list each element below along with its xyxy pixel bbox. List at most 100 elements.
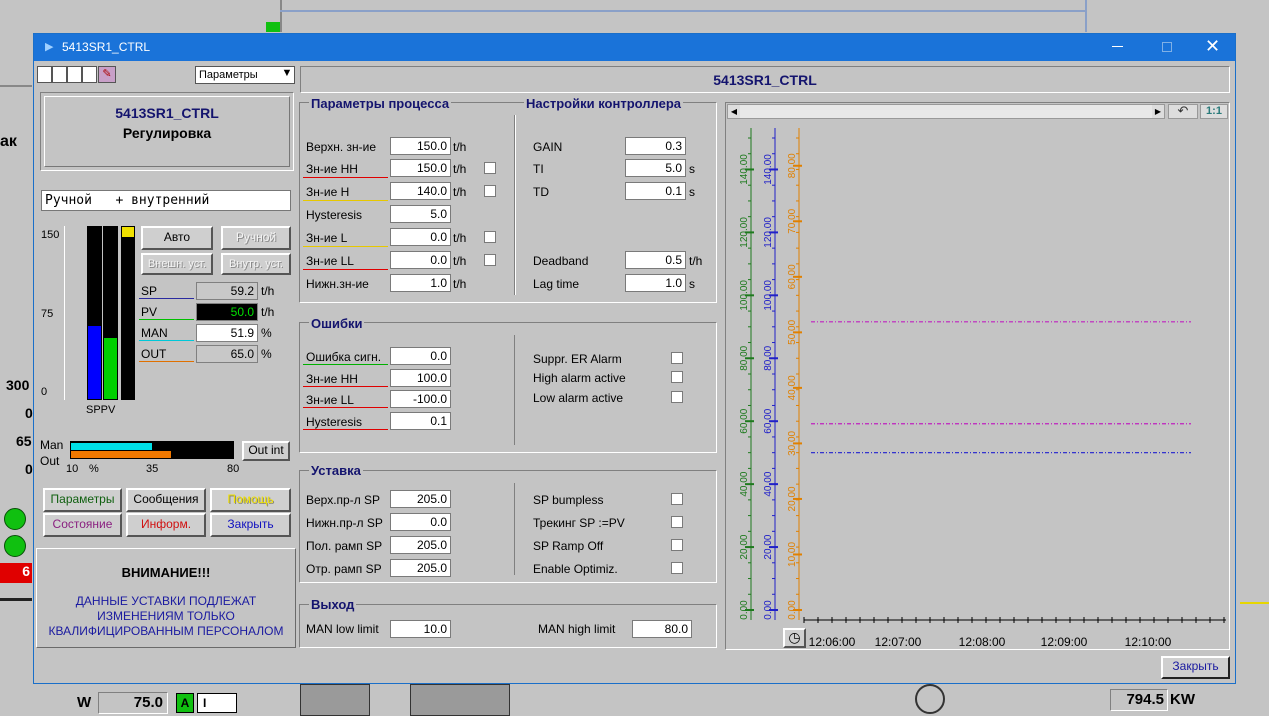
man-high-field[interactable]: 80.0 (632, 620, 692, 638)
value-unit-3: % (261, 347, 272, 361)
process-field-6[interactable]: 1.0 (390, 274, 451, 292)
process-field-5[interactable]: 0.0 (390, 251, 451, 269)
out-int-button[interactable]: Out int (242, 441, 290, 461)
sp-field-0[interactable]: 205.0 (390, 490, 451, 508)
process-field-0[interactable]: 150.0 (390, 137, 451, 155)
trend-clock-button[interactable]: ◷ (783, 628, 806, 648)
controller-header: Настройки контроллера (524, 96, 683, 111)
minimize-icon[interactable] (1112, 46, 1123, 47)
undo-zoom-icon[interactable]: ↶ (1168, 104, 1198, 119)
out-bar-track (121, 226, 135, 400)
main-title: 5413SR1_CTRL (713, 72, 817, 88)
zoom-reset-button[interactable]: 1:1 (1200, 104, 1228, 119)
controller-field-1[interactable]: 5.0 (625, 159, 686, 177)
errors-group (299, 322, 717, 453)
faceplate-header: 5413SR1_CTRL Регулировка (40, 92, 294, 171)
process-field-2[interactable]: 140.0 (390, 182, 451, 200)
sp-flag-checkbox-3[interactable] (671, 562, 683, 574)
controller-label-3: Deadband (533, 254, 589, 268)
app-icon: ▶ (45, 41, 54, 53)
value-unit-2: % (261, 326, 272, 340)
scroll-right-icon[interactable]: ▶ (1152, 105, 1164, 118)
internal-sp-button[interactable]: Внутр. уст. (221, 253, 291, 275)
process-checkbox-2[interactable] (484, 185, 496, 197)
scale-bottom: 0 (41, 386, 48, 398)
bars-label: SPPV (86, 404, 116, 416)
background-pipe (280, 10, 1085, 12)
title-bar[interactable]: ▶ 5413SR1_CTRL ✕ (34, 34, 1235, 61)
sp-field-2[interactable]: 205.0 (390, 536, 451, 554)
value-unit-0: t/h (261, 284, 275, 298)
info-button[interactable]: Информ. (126, 513, 206, 537)
warning-title: ВНИМАНИЕ!!! (121, 565, 211, 580)
errors-group-divider (514, 335, 515, 445)
close-button[interactable]: Закрыть (1161, 656, 1230, 679)
messages-button[interactable]: Сообщения (126, 488, 206, 512)
scale-mid: 75 (41, 308, 54, 320)
error-flag-checkbox-1[interactable] (671, 371, 683, 383)
error-flag-checkbox-0[interactable] (671, 352, 683, 364)
background-pipe (0, 85, 32, 87)
controller-field-3[interactable]: 0.5 (625, 251, 686, 269)
sp-flag-checkbox-1[interactable] (671, 516, 683, 528)
auto-button[interactable]: Авто (141, 226, 213, 250)
process-checkbox-5[interactable] (484, 254, 496, 266)
sp-label-2: Пол. рамп SP (306, 539, 383, 553)
background-pipe (1085, 0, 1087, 32)
process-field-4[interactable]: 0.0 (390, 228, 451, 246)
setpoint-header: Уставка (309, 463, 363, 478)
help-button[interactable]: Помощь (210, 488, 291, 512)
params-button[interactable]: Параметры (43, 488, 122, 512)
background-w-value: 75.0 (98, 692, 168, 714)
error-field-3[interactable]: 0.1 (390, 412, 451, 430)
process-label-1: Зн-ие НН (306, 162, 358, 176)
error-field-2[interactable]: -100.0 (390, 390, 451, 408)
controller-field-2[interactable]: 0.1 (625, 182, 686, 200)
external-sp-button[interactable]: Внешн. уст. (141, 253, 213, 275)
sp-bar-fill (88, 326, 101, 399)
error-flag-checkbox-2[interactable] (671, 391, 683, 403)
process-underline-1 (303, 177, 388, 178)
window-title: 5413SR1_CTRL (62, 40, 151, 54)
process-field-1[interactable]: 150.0 (390, 159, 451, 177)
toolbar-box[interactable] (37, 66, 52, 83)
process-unit-5: t/h (453, 254, 467, 268)
process-field-3[interactable]: 5.0 (390, 205, 451, 223)
error-field-1[interactable]: 100.0 (390, 369, 451, 387)
close-faceplate-button[interactable]: Закрыть (210, 513, 291, 537)
value-label-1: PV (141, 305, 158, 319)
value-field-2[interactable]: 51.9 (196, 324, 258, 342)
sp-label-3: Отр. рамп SP (306, 562, 382, 576)
alarm-value: 6 (0, 563, 32, 583)
sp-field-3[interactable]: 205.0 (390, 559, 451, 577)
controller-label-0: GAIN (533, 140, 563, 154)
trend-scrollbar[interactable]: ◀ ▶ (727, 104, 1165, 119)
background-value: 0 (25, 461, 33, 477)
chevron-down-icon[interactable]: ▼ (280, 67, 294, 83)
man-low-field[interactable]: 10.0 (390, 620, 451, 638)
edit-icon[interactable]: ✎ (98, 66, 116, 83)
toolbar-box[interactable] (52, 66, 67, 83)
scroll-left-icon[interactable]: ◀ (728, 105, 740, 118)
view-select[interactable]: Параметры ▼ (195, 66, 295, 84)
error-field-0[interactable]: 0.0 (390, 347, 451, 365)
maximize-icon[interactable] (1162, 42, 1172, 52)
state-button[interactable]: Состояние (43, 513, 122, 537)
toolbar-box[interactable] (82, 66, 97, 83)
status-indicator (266, 22, 280, 32)
toolbar-box[interactable] (67, 66, 82, 83)
sp-flag-checkbox-2[interactable] (671, 539, 683, 551)
trend-chart: 0.0020.0040.0060.0080.00100.00120.00140.… (739, 128, 1226, 649)
process-checkbox-1[interactable] (484, 162, 496, 174)
error-underline-2 (303, 407, 388, 408)
controller-field-0[interactable]: 0.3 (625, 137, 686, 155)
controller-label-2: TD (533, 185, 549, 199)
close-icon[interactable]: ✕ (1205, 36, 1220, 57)
controller-label-4: Lag time (533, 277, 580, 291)
controller-field-4[interactable]: 1.0 (625, 274, 686, 292)
sp-flag-checkbox-0[interactable] (671, 493, 683, 505)
error-flag-label-2: Low alarm active (533, 391, 624, 405)
process-checkbox-4[interactable] (484, 231, 496, 243)
manual-button[interactable]: Ручной (221, 226, 291, 250)
sp-field-1[interactable]: 0.0 (390, 513, 451, 531)
